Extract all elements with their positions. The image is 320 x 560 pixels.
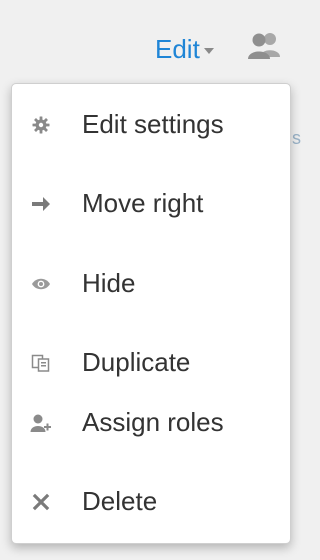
close-icon [30, 491, 52, 513]
menu-item-label: Delete [82, 486, 158, 516]
arrow-right-icon [30, 193, 52, 215]
gear-icon [30, 114, 52, 136]
menu-item-delete[interactable]: Delete [12, 481, 290, 521]
menu-item-label: Edit settings [82, 109, 224, 139]
eye-icon [30, 273, 52, 295]
menu-item-label: Move right [82, 188, 204, 218]
truncated-text: s [292, 128, 301, 148]
menu-item-label: Duplicate [82, 347, 191, 377]
menu-item-label: Hide [82, 268, 136, 298]
menu-item-assign-roles[interactable]: Assign roles [12, 402, 290, 442]
caret-down-icon [203, 47, 214, 54]
menu-item-hide[interactable]: Hide [12, 263, 290, 303]
user-plus-icon [30, 412, 52, 434]
duplicate-icon [30, 352, 52, 374]
top-bar: Edit [0, 0, 301, 84]
edit-label: Edit [155, 34, 200, 64]
menu-item-label: Assign roles [82, 407, 224, 437]
edit-dropdown-menu: Edit settings Move right Hide Duplicate … [11, 83, 291, 544]
users-icon[interactable] [245, 30, 285, 60]
menu-item-move-right[interactable]: Move right [12, 183, 290, 223]
menu-item-duplicate[interactable]: Duplicate [12, 342, 290, 382]
menu-item-edit-settings[interactable]: Edit settings [12, 104, 290, 144]
edit-menu-toggle[interactable]: Edit [155, 34, 214, 64]
